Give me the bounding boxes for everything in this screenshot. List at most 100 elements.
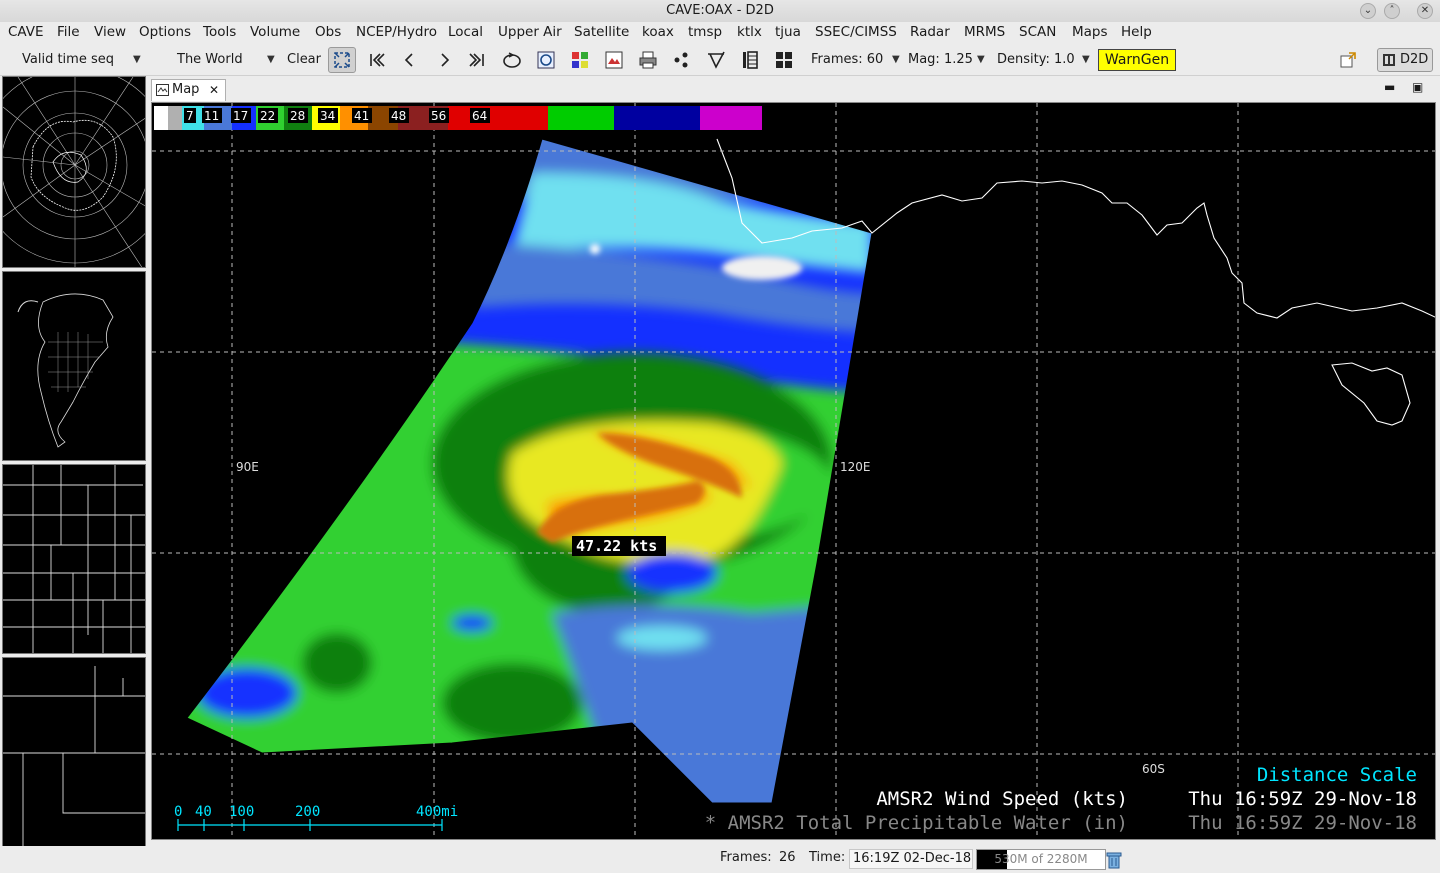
points-icon[interactable] xyxy=(668,47,696,73)
zoom-extent-icon[interactable] xyxy=(328,47,356,73)
loop-icon[interactable] xyxy=(498,47,526,73)
side-panes xyxy=(0,76,148,848)
frames-dropdown[interactable]: Frames: 60 xyxy=(811,52,883,67)
pane-united-states[interactable] xyxy=(2,464,146,654)
menu-help[interactable]: Help xyxy=(1121,24,1152,40)
density-dropdown[interactable]: Density: 1.0 xyxy=(997,52,1075,67)
legend-time-wind-speed: Thu 16:59Z 29-Nov-18 xyxy=(1188,788,1417,810)
time-mode-dropdown[interactable]: Valid time seq xyxy=(22,52,114,67)
legend-product-wind-speed: AMSR2 Wind Speed (kts) xyxy=(876,788,1128,810)
scale-tick-200: 200 xyxy=(295,804,320,820)
menu-local[interactable]: Local xyxy=(448,24,483,40)
menu-mrms[interactable]: MRMS xyxy=(964,24,1005,40)
toolbar: Valid time seq ▼ The World ▼ Clear Frame… xyxy=(0,44,1440,76)
menu-volume[interactable]: Volume xyxy=(250,24,300,40)
chevron-down-icon[interactable]: ▼ xyxy=(892,54,900,65)
menu-maps[interactable]: Maps xyxy=(1072,24,1108,40)
next-frame-icon[interactable] xyxy=(430,47,458,73)
distance-scale-bar: 0 40 100 200 400mi xyxy=(174,804,458,831)
color-bar-segment xyxy=(448,106,548,130)
color-bar-segment xyxy=(154,106,168,130)
menu-satellite[interactable]: Satellite xyxy=(574,24,629,40)
close-icon[interactable]: ✕ xyxy=(1417,3,1433,19)
menu-upper-air[interactable]: Upper Air xyxy=(498,24,562,40)
chevron-down-icon[interactable]: ▼ xyxy=(133,54,141,65)
d2d-label: D2D xyxy=(1400,52,1429,67)
menu-scan[interactable]: SCAN xyxy=(1019,24,1056,40)
memory-usage-bar[interactable]: 530M of 2280M xyxy=(976,849,1106,870)
color-bar-label: 48 xyxy=(391,109,406,123)
window-title: CAVE:OAX - D2D xyxy=(666,3,774,18)
d2d-icon xyxy=(1383,54,1395,66)
menu-ncep-hydro[interactable]: NCEP/Hydro xyxy=(356,24,437,40)
color-bar-label: 34 xyxy=(320,109,335,123)
color-bar-label: 28 xyxy=(290,109,305,123)
maximize-view-icon[interactable]: ▣ xyxy=(1412,80,1423,94)
minimize-view-icon[interactable]: ▬ xyxy=(1384,80,1395,94)
color-bar-label: 11 xyxy=(204,109,219,123)
scale-tick-100: 100 xyxy=(229,804,254,820)
print-icon[interactable] xyxy=(634,47,662,73)
refresh-icon[interactable] xyxy=(532,47,560,73)
menu-tools[interactable]: Tools xyxy=(203,24,236,40)
color-bar-segment xyxy=(614,106,700,130)
menu-file[interactable]: File xyxy=(57,24,80,40)
tab-map[interactable]: Map ✕ xyxy=(151,79,226,101)
last-frame-icon[interactable] xyxy=(464,47,492,73)
baselines-icon[interactable] xyxy=(702,47,730,73)
color-bar-label: 17 xyxy=(233,109,248,123)
menu-options[interactable]: Options xyxy=(139,24,191,40)
color-bar-segment xyxy=(168,106,182,130)
window-titlebar: CAVE:OAX - D2D ⌄ ˄ ✕ xyxy=(0,0,1440,22)
menu-view[interactable]: View xyxy=(94,24,126,40)
image-properties-icon[interactable] xyxy=(566,47,594,73)
menu-tjua[interactable]: tjua xyxy=(775,24,801,40)
open-perspective-icon[interactable] xyxy=(1334,47,1362,73)
menu-ssec-cimss[interactable]: SSEC/CIMSS xyxy=(815,24,897,40)
distance-scale-label: Distance Scale xyxy=(1257,764,1417,786)
minimize-icon[interactable]: ⌄ xyxy=(1360,3,1376,19)
legend-product-precip-water: * AMSR2 Total Precipitable Water (in) xyxy=(705,812,1128,834)
clear-button[interactable]: Clear xyxy=(287,52,321,67)
scale-tick-0: 0 xyxy=(174,804,182,820)
tasmania-outline xyxy=(1331,362,1411,426)
single-panel-icon[interactable] xyxy=(736,47,764,73)
chevron-down-icon[interactable]: ▼ xyxy=(1082,54,1090,65)
menu-obs[interactable]: Obs xyxy=(315,24,341,40)
menu-bar: CAVE File View Options Tools Volume Obs … xyxy=(0,22,1440,44)
scale-tick-40: 40 xyxy=(195,804,212,820)
color-bar-label: 7 xyxy=(186,109,194,123)
frames-value: 26 xyxy=(776,849,802,869)
d2d-perspective-button[interactable]: D2D xyxy=(1377,48,1433,72)
menu-koax[interactable]: koax xyxy=(642,24,674,40)
map-canvas[interactable]: 90E 120E 60S 7 11 17 22 28 34 41 48 56 64 47.22 k… xyxy=(152,103,1436,840)
menu-ktlx[interactable]: ktlx xyxy=(737,24,762,40)
color-bar-label: 41 xyxy=(354,109,369,123)
chevron-down-icon[interactable]: ▼ xyxy=(977,54,985,65)
first-frame-icon[interactable] xyxy=(362,47,390,73)
previous-frame-icon[interactable] xyxy=(396,47,424,73)
four-panel-icon[interactable] xyxy=(770,47,798,73)
pane-regional[interactable] xyxy=(2,657,146,847)
wind-speed-swath xyxy=(187,139,872,803)
memory-usage-text: 530M of 2280M xyxy=(994,852,1088,866)
pane-polar-stereographic[interactable] xyxy=(2,76,146,268)
color-bar-label: 56 xyxy=(431,109,446,123)
trash-icon[interactable] xyxy=(1106,851,1122,869)
lat-label-60s: 60S xyxy=(1142,762,1165,776)
pane-north-america[interactable] xyxy=(2,271,146,461)
scale-dropdown[interactable]: The World xyxy=(177,52,243,67)
chevron-down-icon[interactable]: ▼ xyxy=(267,54,275,65)
map-properties-icon[interactable] xyxy=(600,47,628,73)
map-view[interactable]: 90E 120E 60S 7 11 17 22 28 34 41 48 56 64 47.22 k… xyxy=(151,102,1436,840)
warngen-button[interactable]: WarnGen xyxy=(1098,49,1176,71)
maximize-icon[interactable]: ˄ xyxy=(1384,3,1400,19)
scale-tick-400mi: 400mi xyxy=(416,804,458,820)
status-bar: Frames: 26 Time: 16:19Z 02-Dec-18 530M o… xyxy=(0,846,1440,873)
magnification-dropdown[interactable]: Mag: 1.25 xyxy=(908,52,973,67)
menu-tmsp[interactable]: tmsp xyxy=(688,24,722,40)
time-value: 16:19Z 02-Dec-18 xyxy=(849,849,973,869)
close-tab-icon[interactable]: ✕ xyxy=(209,80,219,100)
menu-cave[interactable]: CAVE xyxy=(8,24,44,40)
menu-radar[interactable]: Radar xyxy=(910,24,950,40)
